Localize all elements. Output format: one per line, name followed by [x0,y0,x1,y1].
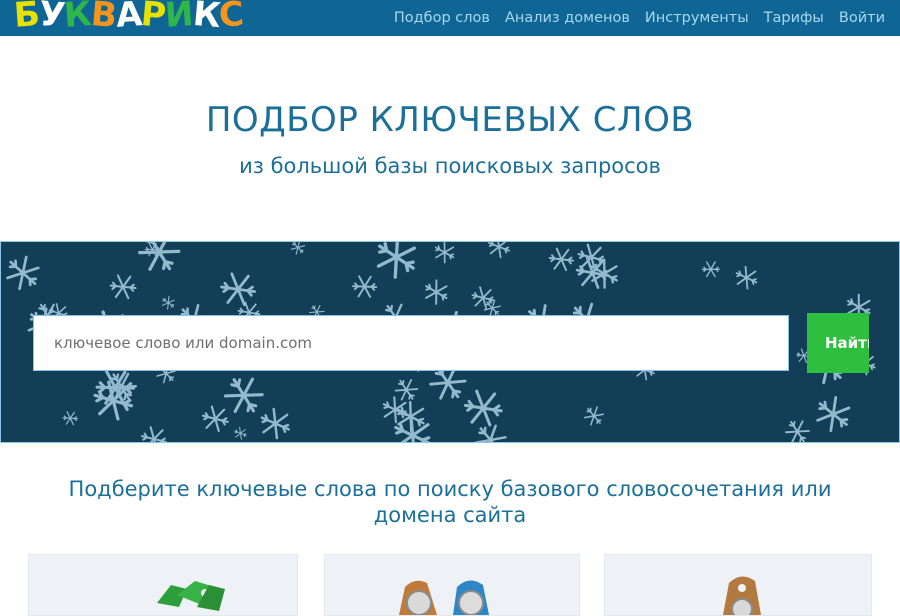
main-menu: Подбор слов Анализ доменов Инструменты Т… [379,0,885,36]
nav-link-login[interactable]: Войти [839,10,885,26]
logo-letter: Р [139,0,167,36]
top-navigation-bar: БУКВАРИКС Подбор слов Анализ доменов Инс… [0,0,900,36]
green-tags-icon [157,581,225,611]
section-title-line: Подберите ключевые слова по поиску базов… [68,477,832,501]
logo-letter: В [89,0,118,37]
hero-title: ПОДБОР КЛЮЧЕВЫХ СЛОВ [205,100,695,140]
feature-card[interactable] [604,554,872,616]
search-input[interactable] [33,315,789,371]
nav-link-pricing[interactable]: Тарифы [764,10,824,26]
section-title-line: домена сайта [373,503,527,527]
feature-card[interactable] [324,554,580,616]
search-panel: Найти [0,241,900,443]
orange-blue-tags-icon [399,580,489,615]
nav-link-tools[interactable]: Инструменты [645,10,749,26]
brown-tag-icon [723,576,761,615]
bukvariks-logo[interactable]: БУКВАРИКС [12,0,245,37]
hero-subtitle: из большой базы поисковых запросов [239,154,661,178]
logo-letter: Б [12,0,41,36]
logo-letter: И [163,0,194,36]
section-title: Подберите ключевые слова по поиску базов… [0,476,900,528]
logo-letter: У [37,0,66,37]
search-button[interactable]: Найти [807,313,869,373]
logo-letter: К [62,0,93,36]
nav-link-domain-analysis[interactable]: Анализ доменов [505,10,630,26]
logo-letter: К [190,0,222,37]
logo-letter: С [218,0,245,36]
feature-card[interactable] [28,554,298,616]
nav-link-keyword-selection[interactable]: Подбор слов [394,10,490,26]
